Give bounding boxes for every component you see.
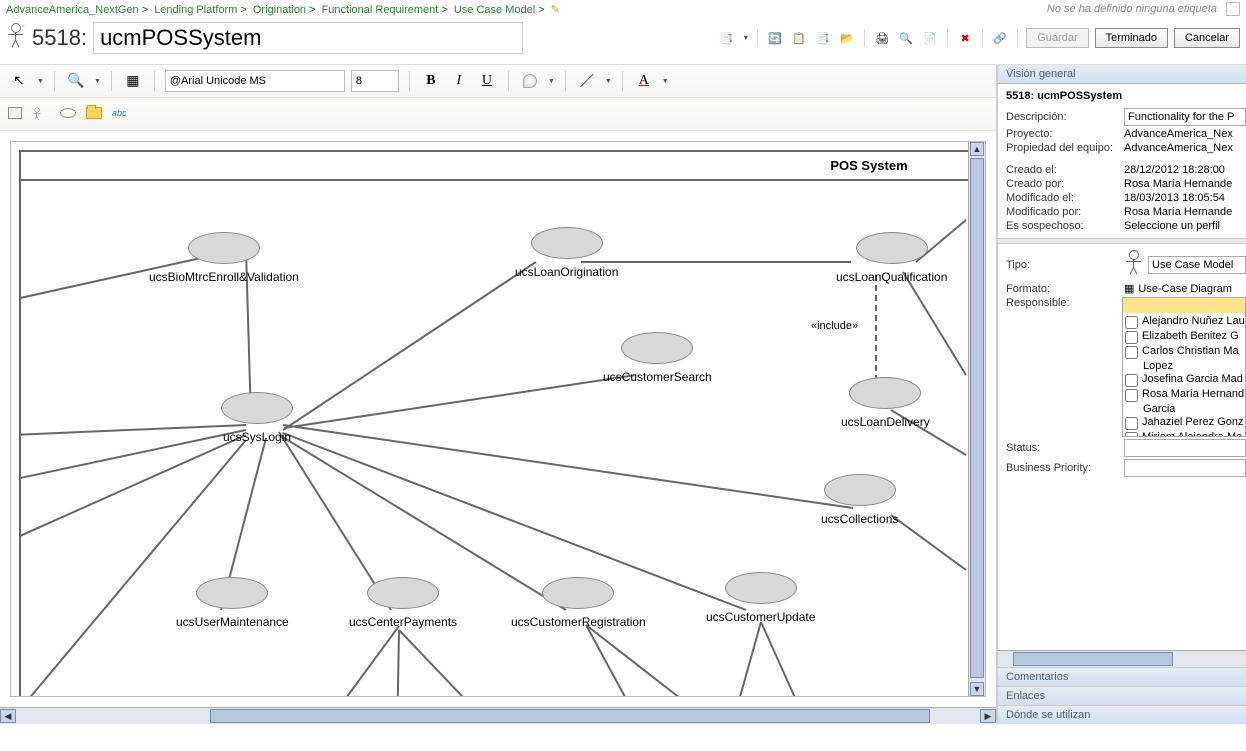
usecase-syslogin[interactable]: ucsSysLogin [221, 392, 293, 444]
format-value: Use-Case Diagram [1138, 283, 1246, 295]
status-input[interactable] [1124, 439, 1246, 457]
font-select[interactable] [165, 70, 345, 92]
underline-button[interactable]: U [476, 70, 498, 92]
type-input[interactable] [1148, 256, 1246, 274]
fill-color-button[interactable] [519, 70, 541, 92]
tag-icon[interactable] [1226, 2, 1240, 16]
title-row: ◦ 5518: 📑▼ 🔄 📋 📑 📂 🖨 🔍 📄 ✖ 🔗 Guardar Ter… [0, 18, 1246, 64]
include-label: «include» [811, 320, 858, 332]
tab-links[interactable]: Enlaces [998, 686, 1246, 705]
crumb-4[interactable]: Use Case Model [454, 4, 535, 16]
breadcrumb-bar: AdvanceAmerica_NextGen> Lending Platform… [0, 0, 1246, 18]
team-value: AdvanceAmerica_Nex [1124, 142, 1246, 154]
text-shape-icon[interactable]: abc [112, 108, 127, 118]
find-icon[interactable]: 🔍 [897, 29, 915, 47]
crumb-1[interactable]: Lending Platform [154, 4, 237, 16]
diagram-boundary[interactable]: POS System [19, 150, 986, 697]
usecase-loandel[interactable]: ucsLoanDelivery [841, 377, 930, 429]
modified-value: 18/03/2013 18:05:54 [1124, 192, 1246, 204]
export-icon[interactable]: 📑 [717, 29, 735, 47]
cancel-button[interactable]: Cancelar [1174, 28, 1240, 48]
usecase-custsearch[interactable]: ucsCustomerSearch [603, 332, 712, 384]
type-icon [1124, 250, 1144, 280]
pointer-tool-icon[interactable]: ↖ [8, 70, 30, 92]
overview-title: 5518: ucmPOSSystem [1006, 90, 1246, 102]
canvas-h-scrollbar[interactable]: ◀ ▶ [0, 707, 996, 724]
canvas-area: ↖▼ 🔍▼ ▦ B I U ▼ ／▼ A▼ abc [0, 65, 996, 724]
createdby-value: Rosa María Hernande [1124, 178, 1246, 190]
save-button: Guardar [1026, 28, 1088, 48]
desc-input[interactable] [1124, 108, 1246, 126]
diagram-canvas-scroll[interactable]: POS System [10, 141, 986, 697]
usecase-shape-icon[interactable] [60, 108, 76, 118]
tab-where-used[interactable]: Dónde se utilizan [998, 705, 1246, 724]
panel-h-scrollbar[interactable] [998, 650, 1246, 667]
created-value: 28/12/2012 18:28:00 [1124, 164, 1246, 176]
item-id: 5518: [32, 25, 87, 51]
done-button[interactable]: Terminado [1095, 28, 1168, 48]
tab-comments[interactable]: Comentarios [998, 667, 1246, 686]
pencil-icon: ✎ [551, 4, 560, 16]
responsible-list[interactable]: Alejandro Nuñez Lau Elizabeth Benitez G … [1122, 297, 1246, 437]
usecase-loanorig[interactable]: ucsLoanOrigination [515, 227, 618, 279]
usecase-model-icon: ◦ [6, 23, 26, 53]
text-color-button[interactable]: A [633, 70, 655, 92]
crumb-3[interactable]: Functional Requirement [322, 4, 439, 16]
format-icon: ▦ [1124, 282, 1134, 295]
usecase-bio[interactable]: ucsBioMtrcEnroll&Validation [149, 232, 299, 284]
crumb-2[interactable]: Origination [253, 4, 306, 16]
package-shape-icon[interactable] [86, 107, 102, 119]
modifiedby-value: Rosa María Hernande [1124, 206, 1246, 218]
usecase-custupd[interactable]: ucsCustomerUpdate [706, 572, 815, 624]
print-icon[interactable]: 🖨 [873, 29, 891, 47]
link-icon[interactable]: 🔗 [991, 29, 1009, 47]
actor-shape-icon[interactable] [32, 108, 38, 119]
usecase-usermaint[interactable]: ucsUserMaintenance [176, 577, 289, 629]
usecase-centerpay[interactable]: ucsCenterPayments [349, 577, 457, 629]
delete-icon[interactable]: ✖ [956, 29, 974, 47]
italic-button[interactable]: I [448, 70, 470, 92]
doc-icon[interactable]: 📄 [921, 29, 939, 47]
action-toolbar: 📑▼ 🔄 📋 📑 📂 🖨 🔍 📄 ✖ 🔗 Guardar Terminado C… [717, 28, 1240, 48]
usecase-custreg[interactable]: ucsCustomerRegistration [511, 577, 646, 629]
usecase-loanqual[interactable]: ucsLoanQualification [836, 232, 947, 284]
diagram-title: POS System [21, 152, 986, 181]
no-label-text: No se ha definido ninguna etiqueta [1047, 3, 1217, 15]
crumb-0[interactable]: AdvanceAmerica_NextGen [6, 4, 139, 16]
zoom-tool-icon[interactable]: 🔍 [65, 70, 87, 92]
priority-input[interactable] [1124, 459, 1246, 477]
suspect-value: Seleccione un perfil [1124, 220, 1246, 232]
usecase-collections[interactable]: ucsCollections [821, 474, 898, 526]
line-style-button[interactable]: ／ [576, 70, 598, 92]
editor-toolbar: ↖▼ 🔍▼ ▦ B I U ▼ ／▼ A▼ [0, 65, 996, 98]
copy-icon[interactable]: 📋 [790, 29, 808, 47]
grid-icon[interactable]: ▦ [122, 70, 144, 92]
refresh-icon[interactable]: 🔄 [766, 29, 784, 47]
overview-header: Visión general [998, 65, 1246, 84]
duplicate-icon[interactable]: 📑 [814, 29, 832, 47]
bold-button[interactable]: B [420, 70, 442, 92]
overview-panel: Visión general 5518: ucmPOSSystem Descri… [996, 65, 1246, 724]
canvas-v-scrollbar[interactable]: ▲ ▼ [968, 142, 985, 696]
project-value: AdvanceAmerica_Nex [1124, 128, 1246, 140]
breadcrumb-path[interactable]: AdvanceAmerica_NextGen> Lending Platform… [6, 3, 560, 16]
rect-shape-icon[interactable] [8, 107, 22, 119]
move-icon[interactable]: 📂 [838, 29, 856, 47]
font-size-select[interactable] [351, 70, 399, 92]
shape-toolbar: abc [0, 98, 996, 131]
item-name-input[interactable] [93, 22, 523, 54]
